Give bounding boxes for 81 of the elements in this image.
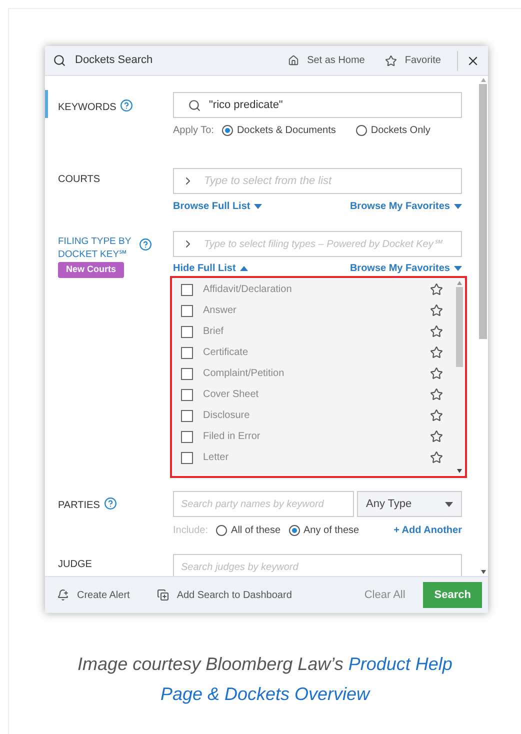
checkbox[interactable] bbox=[181, 326, 193, 338]
scrollbar[interactable] bbox=[455, 279, 464, 475]
checkbox[interactable] bbox=[181, 430, 193, 442]
star-icon[interactable] bbox=[430, 325, 443, 338]
checkbox[interactable] bbox=[181, 304, 193, 316]
party-field[interactable]: Search party names by keyword bbox=[173, 491, 354, 517]
favorite-button[interactable]: Favorite bbox=[384, 53, 441, 68]
keywords-field[interactable]: "rico predicate" bbox=[173, 92, 462, 118]
browse-link[interactable]: Browse Full List bbox=[173, 199, 262, 214]
caret-icon bbox=[254, 204, 262, 209]
scroll-down-icon[interactable] bbox=[480, 570, 486, 574]
radio-label: Any of these bbox=[304, 524, 360, 538]
bell-icon bbox=[57, 589, 69, 601]
new-courts-badge: New Courts bbox=[58, 262, 124, 278]
scroll-down-icon[interactable] bbox=[457, 469, 462, 473]
add-to-dashboard-button[interactable]: Add Search to Dashboard bbox=[156, 588, 292, 602]
create-alert-button[interactable]: Create Alert bbox=[57, 588, 130, 602]
caret-icon bbox=[240, 266, 248, 271]
filing-type-label: Letter bbox=[203, 451, 230, 465]
help-page-link[interactable]: Product Help bbox=[348, 654, 452, 674]
star-icon bbox=[384, 54, 397, 66]
help-icon[interactable] bbox=[104, 497, 117, 510]
home-icon bbox=[288, 55, 300, 66]
browse-link[interactable]: Browse My Favorites bbox=[350, 199, 462, 214]
radio-button[interactable] bbox=[356, 125, 367, 136]
star-icon[interactable] bbox=[430, 367, 443, 380]
section-label: PARTIES bbox=[58, 499, 100, 513]
add-copy-icon bbox=[156, 589, 169, 601]
caret-icon bbox=[454, 266, 462, 271]
radio-label: All of these bbox=[231, 524, 281, 538]
caption-text: Image courtesy Bloomberg Law’s bbox=[78, 654, 344, 674]
scroll-up-icon[interactable] bbox=[457, 281, 462, 285]
browse-link[interactable]: Browse My Favorites bbox=[350, 261, 462, 276]
checkbox[interactable] bbox=[181, 452, 193, 464]
radio-label: Dockets & Documents bbox=[236, 124, 336, 138]
radio-button[interactable] bbox=[288, 525, 300, 536]
star-icon[interactable] bbox=[430, 451, 443, 464]
search-icon bbox=[188, 98, 201, 112]
filing-type-label: Certificate bbox=[203, 346, 250, 360]
scrollbar[interactable] bbox=[478, 76, 488, 576]
help-page-link[interactable]: Page & Dockets Overview bbox=[160, 684, 370, 704]
filing-type-label: Affidavit/Declaration bbox=[203, 283, 293, 297]
star-icon[interactable] bbox=[430, 388, 443, 401]
help-icon[interactable] bbox=[139, 238, 152, 251]
radio-button[interactable] bbox=[222, 125, 233, 136]
star-icon[interactable] bbox=[430, 304, 443, 317]
caret-icon bbox=[454, 204, 462, 209]
section-label: KEYWORDS bbox=[58, 101, 116, 115]
section-label: JUDGE bbox=[58, 559, 92, 570]
include-label: Include: bbox=[173, 524, 208, 538]
apply-label: Apply To: bbox=[173, 124, 214, 138]
checkbox[interactable] bbox=[181, 388, 193, 400]
filing-type-label: Cover Sheet bbox=[203, 388, 260, 402]
checkbox[interactable] bbox=[181, 346, 193, 358]
star-icon[interactable] bbox=[430, 283, 443, 296]
caret-icon bbox=[445, 502, 453, 506]
section-label: FILING TYPE BY DOCKET KEY℠ bbox=[58, 235, 132, 261]
type-dropdown[interactable]: Any Type bbox=[357, 491, 462, 517]
filing-type-label: Complaint/Petition bbox=[203, 367, 286, 381]
filing-type-label: Brief bbox=[203, 325, 225, 339]
filing-type-label: Disclosure bbox=[203, 409, 251, 423]
filing-type-label: Filed in Error bbox=[203, 430, 262, 444]
star-icon[interactable] bbox=[430, 430, 443, 443]
hide-list-link[interactable]: Hide Full List bbox=[173, 261, 248, 276]
add-another-link[interactable]: + Add Another bbox=[394, 523, 462, 538]
help-icon[interactable] bbox=[120, 99, 134, 112]
checkbox[interactable] bbox=[181, 284, 193, 296]
filing-type-label: Answer bbox=[203, 304, 238, 318]
window-title: Dockets Search bbox=[75, 53, 153, 68]
search-icon bbox=[53, 54, 66, 67]
star-icon[interactable] bbox=[430, 346, 443, 359]
checkbox[interactable] bbox=[181, 368, 193, 380]
set-home-button[interactable]: Set as Home bbox=[288, 53, 365, 68]
radio-label: Dockets Only bbox=[370, 124, 430, 138]
section-label: COURTS bbox=[58, 174, 100, 185]
checkbox[interactable] bbox=[181, 410, 193, 422]
judge-field[interactable]: Search judges by keyword bbox=[173, 554, 462, 576]
star-icon[interactable] bbox=[430, 409, 443, 422]
radio-button[interactable] bbox=[216, 525, 228, 536]
clear-all-button[interactable]: Clear All bbox=[364, 586, 406, 604]
search-button[interactable]: Search bbox=[423, 582, 482, 608]
